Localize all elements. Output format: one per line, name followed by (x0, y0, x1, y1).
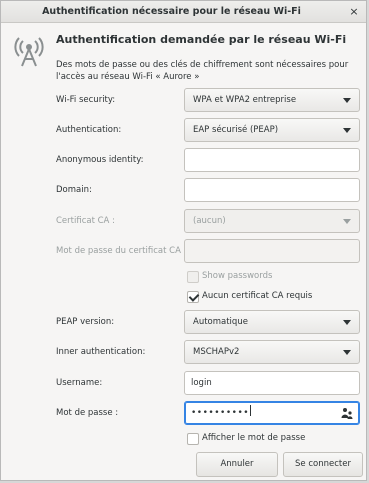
close-icon[interactable]: × (346, 4, 362, 20)
username-label: Username: (56, 378, 103, 388)
inner-authentication-value: MSCHAPv2 (193, 347, 240, 357)
dropdown-arrow-icon (343, 98, 351, 103)
show-passwords-checkbox (187, 271, 199, 283)
dropdown-arrow-icon (343, 320, 351, 325)
password-storage-icon[interactable] (341, 407, 353, 419)
auth-dialog: Authentification nécessaire pour le rése… (0, 0, 367, 481)
connect-button[interactable]: Se connecter (283, 452, 363, 477)
peap-version-combo[interactable]: Automatique (184, 310, 360, 334)
wifi-security-label: Wi-Fi security: (56, 95, 116, 105)
password-input[interactable]: •••••••••• (184, 401, 360, 425)
ca-certificate-label: Certificat CA : (56, 216, 115, 226)
dropdown-arrow-icon (343, 128, 351, 133)
ca-certificate-value: (aucun) (193, 216, 226, 226)
anonymous-identity-input[interactable] (184, 148, 360, 172)
cancel-button[interactable]: Annuler (196, 452, 278, 477)
wifi-security-value: WPA et WPA2 entreprise (193, 95, 297, 105)
dropdown-arrow-icon (343, 350, 351, 355)
no-ca-required-checkbox[interactable] (187, 291, 199, 303)
show-passwords-label: Show passwords (202, 271, 273, 281)
domain-label: Domain: (56, 185, 92, 195)
ca-cert-password-label: Mot de passe du certificat CA : (56, 246, 187, 256)
inner-authentication-label: Inner authentication: (56, 347, 146, 357)
anonymous-identity-label: Anonymous identity: (56, 155, 144, 165)
domain-input[interactable] (184, 178, 360, 202)
authentication-combo[interactable]: EAP sécurisé (PEAP) (184, 118, 360, 142)
ca-certificate-combo: (aucun) (184, 209, 360, 233)
authentication-label: Authentication: (56, 125, 122, 135)
authentication-value: EAP sécurisé (PEAP) (193, 125, 279, 135)
peap-version-label: PEAP version: (56, 317, 115, 327)
text-caret (250, 405, 252, 416)
dialog-heading: Authentification demandée par le réseau … (56, 33, 347, 46)
inner-authentication-combo[interactable]: MSCHAPv2 (184, 340, 360, 364)
no-ca-required-label[interactable]: Aucun certificat CA requis (202, 291, 312, 301)
peap-version-value: Automatique (193, 317, 248, 327)
title-bar[interactable]: Authentification nécessaire pour le rése… (1, 1, 366, 23)
username-value: login (191, 378, 212, 388)
dialog-description: Des mots de passe ou des clés de chiffre… (56, 60, 349, 82)
password-label: Mot de passe : (56, 408, 119, 418)
wifi-security-combo[interactable]: WPA et WPA2 entreprise (184, 88, 360, 112)
username-input[interactable]: login (184, 371, 360, 395)
show-password-checkbox[interactable] (187, 433, 199, 445)
wifi-antenna-icon (14, 37, 44, 67)
password-value: •••••••••• (191, 408, 250, 418)
dropdown-arrow-icon (343, 219, 351, 224)
show-password-label[interactable]: Afficher le mot de passe (202, 433, 305, 443)
window-title: Authentification nécessaire pour le rése… (42, 6, 301, 17)
ca-cert-password-input (184, 239, 360, 263)
